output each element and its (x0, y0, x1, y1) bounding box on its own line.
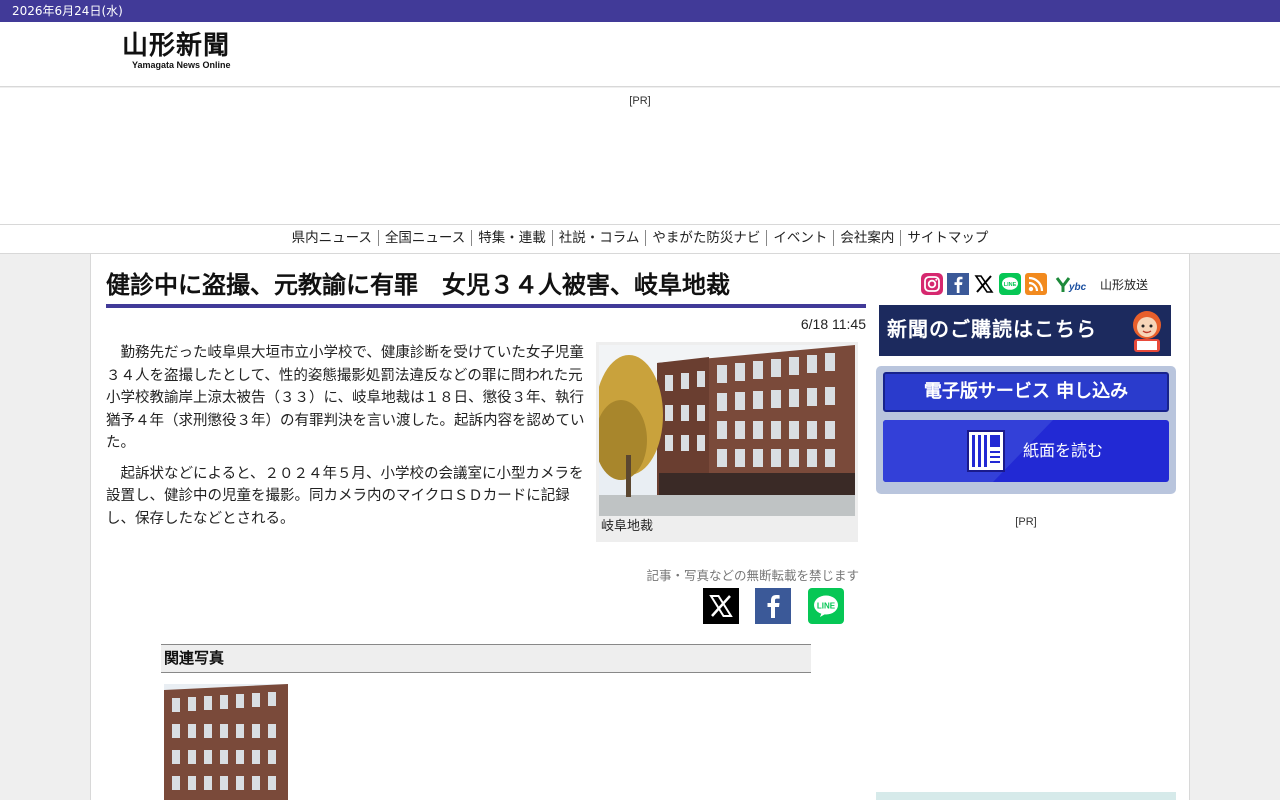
courthouse-photo[interactable] (599, 345, 855, 516)
article-photo[interactable]: 岐阜地裁 (596, 342, 858, 542)
copyright-notice: 記事・写真などの無断転載を禁じます (646, 568, 859, 583)
line-icon[interactable]: LINE (999, 273, 1021, 295)
sns-links: LINE ybc 山形放送 (921, 273, 1161, 295)
nav-editorials[interactable]: 社説・コラム (552, 230, 647, 246)
photo-caption: 岐阜地裁 (601, 519, 654, 534)
sidebar-bottom-ad (876, 792, 1176, 800)
nav-features[interactable]: 特集・連載 (472, 230, 553, 246)
read-paper-label: 紙面を読む (1023, 441, 1104, 460)
top-ad-area: [PR] (0, 88, 1280, 224)
instagram-icon[interactable] (921, 273, 943, 295)
digital-service-panel: 電子版サービス 申し込み 紙面を読む (876, 366, 1176, 494)
nav-events[interactable]: イベント (767, 230, 835, 246)
related-photo-thumbnail[interactable] (164, 684, 288, 800)
mascot-icon (1133, 311, 1161, 352)
ybc-logo-icon[interactable]: ybc (1055, 274, 1099, 294)
top-date-bar: 2026年6月24日(水) (0, 0, 1280, 22)
svg-text:ybc: ybc (1068, 282, 1087, 293)
article-headline: 健診中に盗撮、元教諭に有罪 女児３４人被害、岐阜地裁 (106, 270, 866, 308)
site-header: 山形新聞 Yamagata News Online (0, 22, 1280, 87)
ad-pr-label: [PR] (629, 95, 651, 107)
share-facebook-icon[interactable] (755, 588, 791, 624)
current-date: 2026年6月24日(水) (12, 4, 123, 18)
global-navigation: 県内ニュース 全国ニュース 特集・連載 社説・コラム やまがた防災ナビ イベント 会社案内サ… (0, 224, 1280, 254)
share-x-icon[interactable] (703, 588, 739, 624)
rss-icon[interactable] (1025, 273, 1047, 295)
logo-english: Yamagata News Online (132, 60, 231, 70)
nav-disaster-navi[interactable]: やまがた防災ナビ (646, 230, 768, 246)
facebook-icon[interactable] (947, 273, 969, 295)
newspaper-icon (967, 430, 1005, 472)
nav-sitemap[interactable]: サイトマップ (901, 230, 994, 246)
article-body: 勤務先だった岐阜県大垣市立小学校で、健康診断を受けていた女子児童３４人を盗撮した… (106, 342, 589, 538)
svg-text:LINE: LINE (817, 602, 836, 611)
share-line-icon[interactable]: LINE (808, 588, 844, 624)
subscribe-banner[interactable]: 新聞のご購読はこちら (879, 305, 1171, 356)
article-paragraph: 起訴状などによると、２０２４年５月、小学校の会議室に小型カメラを設置し、健診中の… (106, 465, 584, 527)
read-paper-button[interactable]: 紙面を読む (883, 420, 1169, 482)
nav-national-news[interactable]: 全国ニュース (378, 230, 473, 246)
nav-prefecture-news[interactable]: 県内ニュース (285, 230, 379, 246)
nav-company-info[interactable]: 会社案内 (834, 230, 902, 246)
subscribe-label: 新聞のご購読はこちら (887, 317, 1097, 341)
article-paragraph: 勤務先だった岐阜県大垣市立小学校で、健康診断を受けていた女子児童３４人を盗撮した… (106, 345, 585, 451)
svg-text:LINE: LINE (1004, 282, 1017, 288)
article-timestamp: 6/18 11:45 (800, 316, 866, 332)
site-logo[interactable]: 山形新聞 Yamagata News Online (122, 32, 252, 78)
ybc-label[interactable]: 山形放送 (1100, 276, 1148, 293)
digital-signup-button[interactable]: 電子版サービス 申し込み (883, 372, 1169, 412)
logo-japanese: 山形新聞 (122, 31, 231, 61)
x-icon[interactable] (973, 273, 995, 295)
related-photos-heading: 関連写真 (161, 644, 811, 673)
sidebar-ad-pr-label: [PR] (1015, 516, 1037, 528)
main-content: 健診中に盗撮、元教諭に有罪 女児３４人被害、岐阜地裁 6/18 11:45 勤務… (90, 254, 1190, 800)
